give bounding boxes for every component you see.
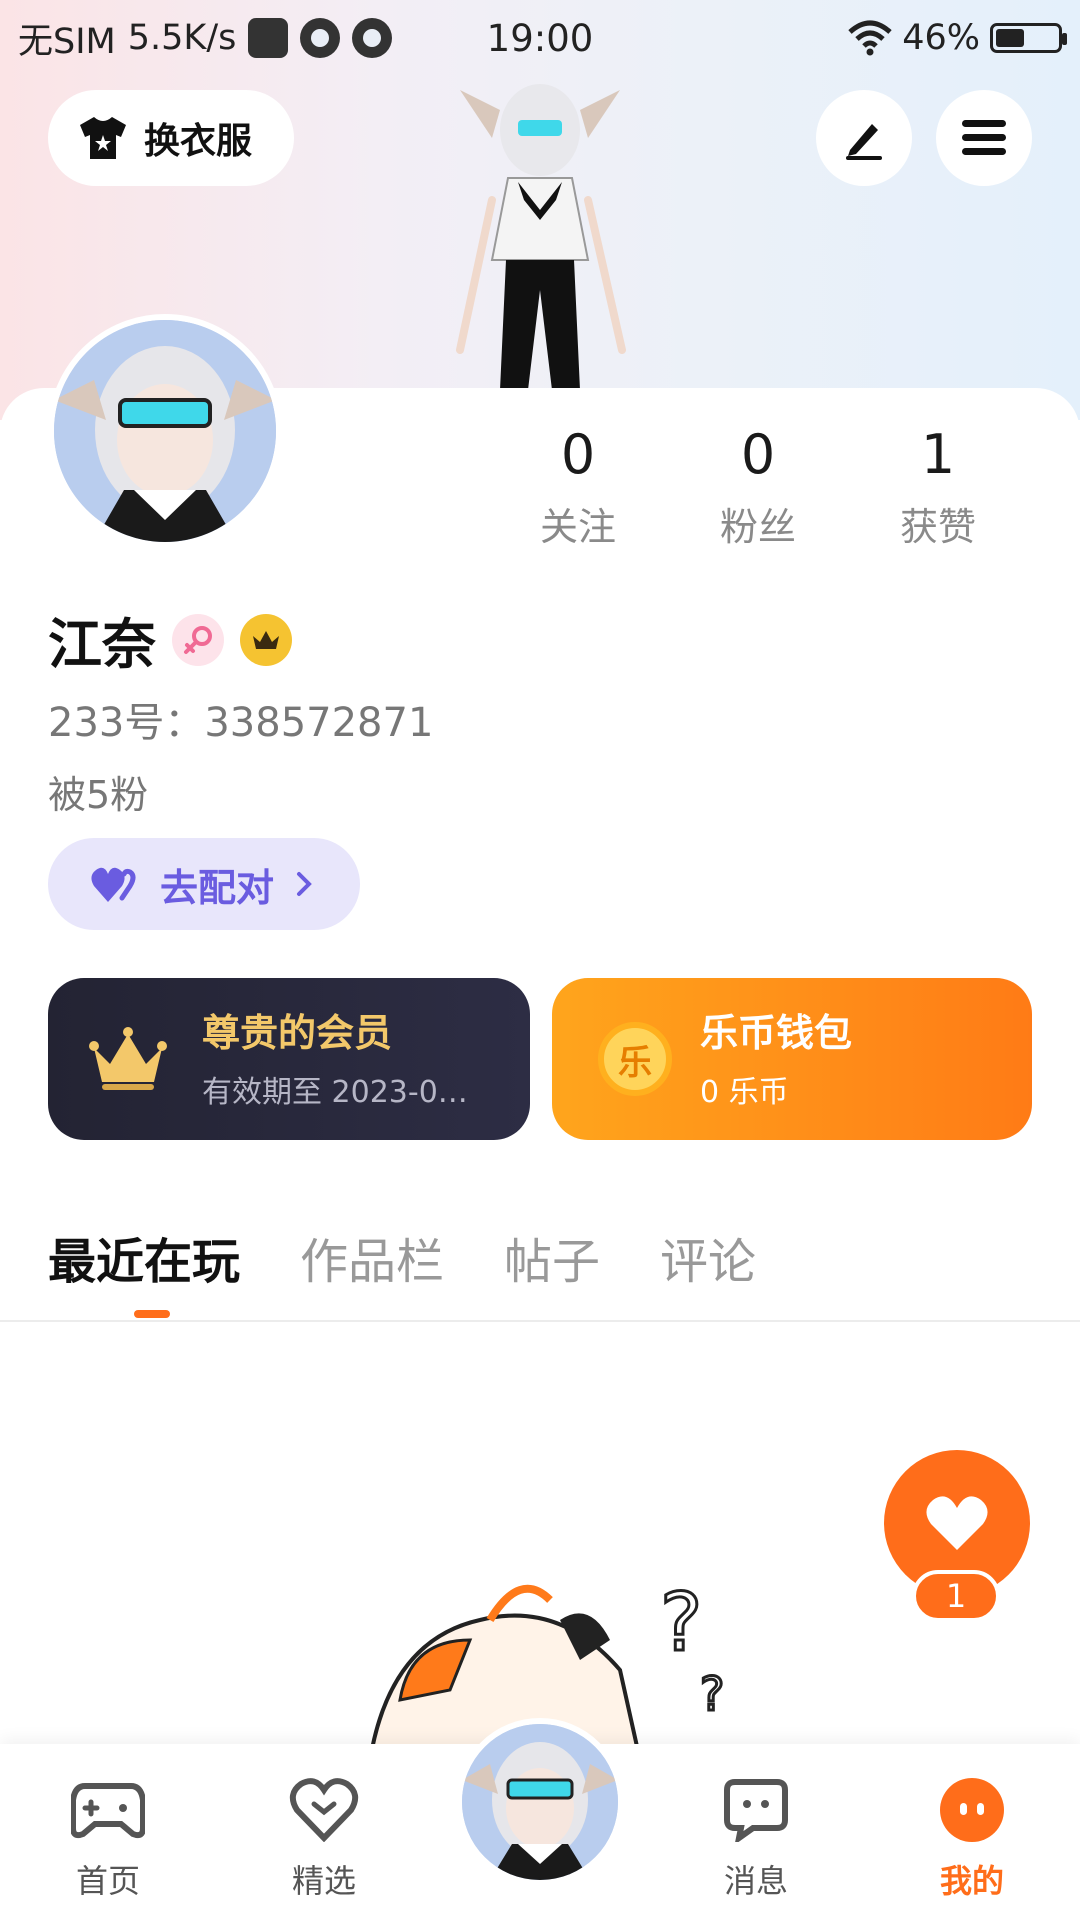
- battery-percent: 46%: [902, 18, 980, 58]
- svg-text:?: ?: [660, 1580, 702, 1669]
- nav-messages[interactable]: 消息: [686, 1774, 826, 1902]
- stat-following-label: 关注: [539, 505, 616, 549]
- stat-followers-count: 0: [740, 423, 776, 486]
- carrier-text: 无SIM: [18, 21, 116, 62]
- coin-icon: 乐: [598, 1022, 672, 1096]
- app-notification-icon: [248, 18, 289, 58]
- network-speed: 5.5K/s: [127, 18, 237, 58]
- nav-featured[interactable]: 精选: [254, 1774, 394, 1902]
- vip-member-expiry: 有效期至 2023-0…: [202, 1075, 468, 1110]
- content-tabs: 最近在玩 作品栏 帖子 评论: [48, 1222, 756, 1292]
- coin-wallet-card[interactable]: 乐 乐币钱包 0 乐币: [552, 978, 1032, 1140]
- vip-member-title: 尊贵的会员: [202, 1011, 393, 1055]
- gold-crown-icon: [89, 1027, 167, 1090]
- nav-mine[interactable]: 我的: [902, 1774, 1042, 1902]
- media-notification-icon: [352, 18, 393, 58]
- status-right: 46%: [848, 18, 1067, 58]
- nav-avatar-portrait-icon: [462, 1724, 618, 1880]
- like-count-badge: 1: [912, 1570, 1000, 1622]
- palette-notification-icon: [300, 18, 341, 58]
- gamepad-icon: [38, 1774, 178, 1846]
- double-heart-icon: [91, 867, 136, 902]
- tab-divider: [0, 1320, 1080, 1322]
- tab-works[interactable]: 作品栏: [300, 1222, 444, 1292]
- tab-comments[interactable]: 评论: [660, 1222, 756, 1292]
- nav-home[interactable]: 首页: [38, 1774, 178, 1902]
- svg-text:?: ?: [700, 1667, 724, 1721]
- nav-home-label: 首页: [75, 1862, 140, 1900]
- status-left: 无SIM 5.5K/s: [18, 13, 848, 64]
- nav-mine-label: 我的: [939, 1862, 1004, 1900]
- tab-recently-played[interactable]: 最近在玩: [48, 1222, 240, 1292]
- stat-likes[interactable]: 1 获赞: [848, 420, 1028, 551]
- profile-face-icon: [902, 1774, 1042, 1846]
- nav-messages-label: 消息: [723, 1862, 788, 1900]
- battery-icon: [990, 23, 1067, 53]
- stat-following-count: 0: [560, 423, 596, 486]
- status-bar: 无SIM 5.5K/s 19:00 46%: [0, 0, 1080, 76]
- vip-member-text: 尊贵的会员 有效期至 2023-0…: [202, 1007, 492, 1111]
- user-avatar[interactable]: [48, 314, 282, 548]
- wifi-icon: [848, 20, 892, 56]
- stat-followers[interactable]: 0 粉丝: [668, 420, 848, 551]
- tshirt-icon: [80, 117, 126, 159]
- coin-wallet-balance: 0 乐币: [700, 1075, 789, 1110]
- menu-button[interactable]: [936, 90, 1032, 186]
- menu-icon: [962, 120, 1006, 155]
- user-id: 233号：338572871: [48, 700, 434, 746]
- go-match-label: 去配对: [160, 865, 275, 910]
- nav-featured-label: 精选: [291, 1862, 356, 1900]
- avatar-portrait-icon: [54, 320, 276, 542]
- chat-icon: [686, 1774, 826, 1846]
- coin-wallet-text: 乐币钱包 0 乐币: [700, 1007, 852, 1111]
- vip-crown-icon[interactable]: [240, 613, 292, 666]
- stat-followers-label: 粉丝: [719, 505, 796, 549]
- name-row: 江奈: [48, 600, 292, 679]
- chevron-right-icon: [297, 872, 312, 896]
- active-tab-indicator: [134, 1310, 170, 1318]
- nav-center-avatar[interactable]: [456, 1718, 624, 1886]
- tab-posts[interactable]: 帖子: [504, 1222, 600, 1292]
- followed-by-text: 被5粉: [48, 773, 149, 817]
- stat-following[interactable]: 0 关注: [488, 420, 668, 551]
- heart-badge-icon: [254, 1774, 394, 1846]
- profile-stats: 0 关注 0 粉丝 1 获赞: [488, 420, 1028, 551]
- avatar-character-figure[interactable]: [430, 70, 650, 390]
- heart-icon: [926, 1496, 988, 1550]
- stat-likes-label: 获赞: [899, 505, 976, 549]
- edit-profile-button[interactable]: [816, 90, 912, 186]
- female-gender-icon: [172, 613, 224, 666]
- user-name: 江奈: [48, 613, 156, 676]
- stat-likes-count: 1: [920, 423, 956, 486]
- go-match-button[interactable]: 去配对: [48, 838, 360, 930]
- coin-wallet-title: 乐币钱包: [700, 1011, 853, 1055]
- change-outfit-label: 换衣服: [144, 121, 253, 162]
- battery-level-fill: [996, 29, 1024, 47]
- coin-glyph: 乐: [618, 1042, 652, 1083]
- vip-member-card[interactable]: 尊贵的会员 有效期至 2023-0…: [48, 978, 530, 1140]
- pen-icon: [846, 124, 882, 160]
- profile-screen: 无SIM 5.5K/s 19:00 46% 换衣服 0 关注 0 粉丝 1 获赞…: [0, 0, 1080, 1920]
- change-outfit-button[interactable]: 换衣服: [48, 90, 294, 186]
